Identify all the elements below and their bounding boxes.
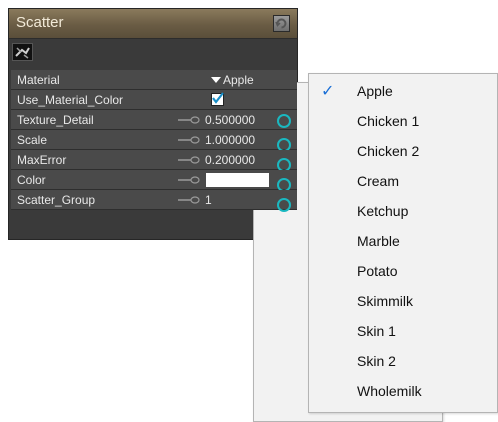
color-swatch[interactable] [206,173,269,187]
dropdown-arrow-icon[interactable] [211,77,221,83]
param-value-max-error[interactable]: 0.200000 [205,153,255,167]
param-label-scatter-group: Scatter_Group [17,193,96,207]
param-row-scatter-group[interactable]: Scatter_Group 1 [11,190,297,212]
menu-item-chicken-2[interactable]: Chicken 2 [309,136,497,166]
menu-item-chicken-1[interactable]: Chicken 1 [309,106,497,136]
menu-item-label: Chicken 2 [357,143,420,159]
panel-toolbar [9,39,297,73]
menu-item-ketchup[interactable]: Ketchup [309,196,497,226]
param-row-color[interactable]: Color [11,170,297,192]
menu-item-marble[interactable]: Marble [309,226,497,256]
use-material-color-checkbox[interactable] [211,92,224,106]
param-label-material: Material [17,73,60,87]
param-row-texture-detail[interactable]: Texture_Detail 0.500000 [11,110,297,130]
menu-item-label: Skimmilk [357,293,413,309]
param-label-color: Color [17,173,46,187]
link-icon[interactable] [177,155,203,165]
param-row-scale[interactable]: Scale 1.000000 [11,130,297,152]
param-row-material[interactable]: Material Apple [11,70,297,90]
menu-item-label: Marble [357,233,400,249]
material-dropdown-menu: ✓ Apple Chicken 1 Chicken 2 Cream Ketchu… [308,73,498,413]
menu-item-label: Chicken 1 [357,113,420,129]
menu-item-wholemilk[interactable]: Wholemilk [309,376,497,406]
menu-item-potato[interactable]: Potato [309,256,497,286]
material-dropdown-value[interactable]: Apple [223,73,254,87]
param-row-max-error[interactable]: MaxError 0.200000 [11,150,297,172]
selected-check-icon: ✓ [321,83,335,100]
menu-item-label: Skin 1 [357,323,396,339]
menu-item-skin-1[interactable]: Skin 1 [309,316,497,346]
param-value-scale[interactable]: 1.000000 [205,133,255,147]
link-icon[interactable] [177,175,203,185]
panel-title: Scatter [16,14,64,31]
param-value-texture-detail[interactable]: 0.500000 [205,113,255,127]
keyframe-ring-icon[interactable] [277,198,291,212]
menu-item-label: Potato [357,263,398,279]
scatter-panel: Scatter Material Apple Use_Material_Colo… [8,8,443,422]
menu-item-skin-2[interactable]: Skin 2 [309,346,497,376]
keyframe-ring-icon[interactable] [277,114,291,128]
link-icon[interactable] [177,195,203,205]
link-icon[interactable] [177,115,203,125]
menu-item-label: Wholemilk [357,383,422,399]
param-label-texture-detail: Texture_Detail [17,113,94,127]
menu-item-label: Apple [357,83,393,99]
menu-item-label: Ketchup [357,203,409,219]
param-label-max-error: MaxError [17,153,67,167]
rotate-icon [275,18,287,29]
panel-options-button[interactable] [273,15,290,32]
menu-item-cream[interactable]: Cream [309,166,497,196]
menu-item-skimmilk[interactable]: Skimmilk [309,286,497,316]
menu-item-label: Skin 2 [357,353,396,369]
checkmark-icon [212,92,224,104]
param-label-scale: Scale [17,133,48,147]
panel-title-bar[interactable]: Scatter [9,9,443,422]
menu-item-label: Cream [357,173,400,189]
param-label-use-material-color: Use_Material_Color [17,93,124,107]
param-row-use-material-color[interactable]: Use_Material_Color [11,90,297,110]
link-icon[interactable] [177,135,203,145]
param-value-scatter-group[interactable]: 1 [205,193,212,207]
menu-item-apple[interactable]: ✓ Apple [309,76,497,106]
scatter-tool-icon[interactable] [12,43,33,61]
